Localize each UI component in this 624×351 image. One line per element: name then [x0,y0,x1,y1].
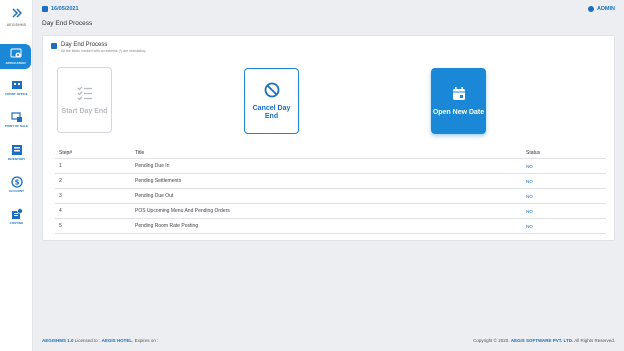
status-cell: NO [526,193,533,199]
cancel-icon [264,82,280,98]
open-new-date-button[interactable]: Open New Date [431,68,486,134]
calendar-icon [51,43,57,49]
status-cell: NO [526,208,533,214]
status-cell: NO [526,163,533,169]
card-header: Day End Process All the fields marked wi… [51,42,146,53]
sidebar-item-application[interactable]: APPLICATION [0,44,31,69]
table-row: 4 POS Upcoming Menu And Pending Orders N… [55,204,606,219]
calendar-icon [42,6,48,12]
status-cell: NO [526,178,533,184]
cancel-day-end-button[interactable]: Cancel Day End [244,68,299,134]
checklist-icon [77,85,93,101]
expires-text: Expires on : [134,338,159,343]
rights-text: All Rights Reserved. [574,338,615,343]
user-menu[interactable]: ADMIN [587,6,615,12]
sidebar-item-label: INVENTORY [7,157,26,161]
sidebar-item-costing[interactable]: COSTING [0,207,33,225]
topbar: 16/05/2021 ADMIN [33,0,624,17]
day-end-card: Day End Process All the fields marked wi… [42,35,615,241]
sidebar-item-label: FRONT OFFICE [5,92,28,96]
column-header-step: Step# [59,150,73,156]
sidebar-item-label: ACCOUNT [9,189,24,193]
pos-icon [10,110,23,122]
table-header: Step# Title Status [55,148,606,159]
user-name: ADMIN [596,6,615,12]
sidebar-item-label: COSTING [9,221,24,225]
step-cell: 3 [59,193,62,199]
step-cell: 5 [59,223,62,229]
title-cell: Pending Settlements [135,178,182,184]
inventory-icon [11,143,23,155]
licensed-prefix: Licensed to : [74,338,101,343]
sidebar-item-account[interactable]: $ ACCOUNT [0,175,33,193]
logo[interactable]: AEGISHMS [0,8,33,27]
status-cell: NO [526,223,533,229]
step-cell: 1 [59,163,62,169]
product-version: AEGISHMS 1.0 [42,338,74,343]
account-icon: $ [10,175,23,188]
footer-copyright: Copyright © 2020. AEGIS SOFTWARE PVT. LT… [473,338,615,343]
start-day-end-label: Start Day End [61,107,108,115]
date-text: 16/05/2021 [51,6,79,12]
start-day-end-button[interactable]: Start Day End [57,67,112,133]
calendar-icon [451,86,467,102]
table-row: 3 Pending Due Out NO [55,189,606,204]
open-new-date-label: Open New Date [432,108,485,116]
table-row: 2 Pending Settlements NO [55,174,606,189]
sidebar: AEGISHMS APPLICATION FRONT OFFICE POINT … [0,0,33,351]
cancel-day-end-label: Cancel Day End [252,104,291,120]
svg-text:$: $ [14,179,19,187]
user-icon [587,6,594,12]
logo-text: AEGISHMS [6,23,27,27]
costing-icon [11,207,23,219]
sidebar-item-label: POINT OF SALE [4,124,28,128]
title-cell: POS Upcoming Menu And Pending Orders [135,208,230,214]
app-settings-icon [10,47,22,59]
step-cell: 2 [59,178,62,184]
column-header-status: Status [526,150,541,156]
table-row: 5 Pending Room Rate Posting NO [55,219,606,234]
title-cell: Pending Due In [135,163,170,169]
logo-icon [0,8,33,20]
sidebar-item-label: APPLICATION [5,61,26,65]
column-header-title: Title [135,150,145,156]
front-office-icon [11,78,23,90]
company-link[interactable]: AEGIS SOFTWARE PVT. LTD. [511,338,573,343]
copyright-prefix: Copyright © 2020. [473,338,510,343]
sidebar-item-point-of-sale[interactable]: POINT OF SALE [0,110,33,128]
sidebar-item-front-office[interactable]: FRONT OFFICE [0,78,33,96]
day-end-steps-table: Step# Title Status 1 Pending Due In NO 2… [55,148,606,234]
table-row: 1 Pending Due In NO [55,159,606,174]
current-date: 16/05/2021 [42,6,79,12]
footer-license: AEGISHMS 1.0 Licensed to : AEGIS HOTEL, … [42,338,159,343]
page-title: Day End Process [42,20,93,27]
card-subtitle: All the fields marked with an asterisk (… [61,49,146,53]
title-cell: Pending Due Out [135,193,174,199]
sidebar-item-inventory[interactable]: INVENTORY [0,143,33,161]
licensee-link[interactable]: AEGIS HOTEL [102,338,133,343]
title-cell: Pending Room Rate Posting [135,223,199,229]
card-title: Day End Process [61,42,108,48]
step-cell: 4 [59,208,62,214]
